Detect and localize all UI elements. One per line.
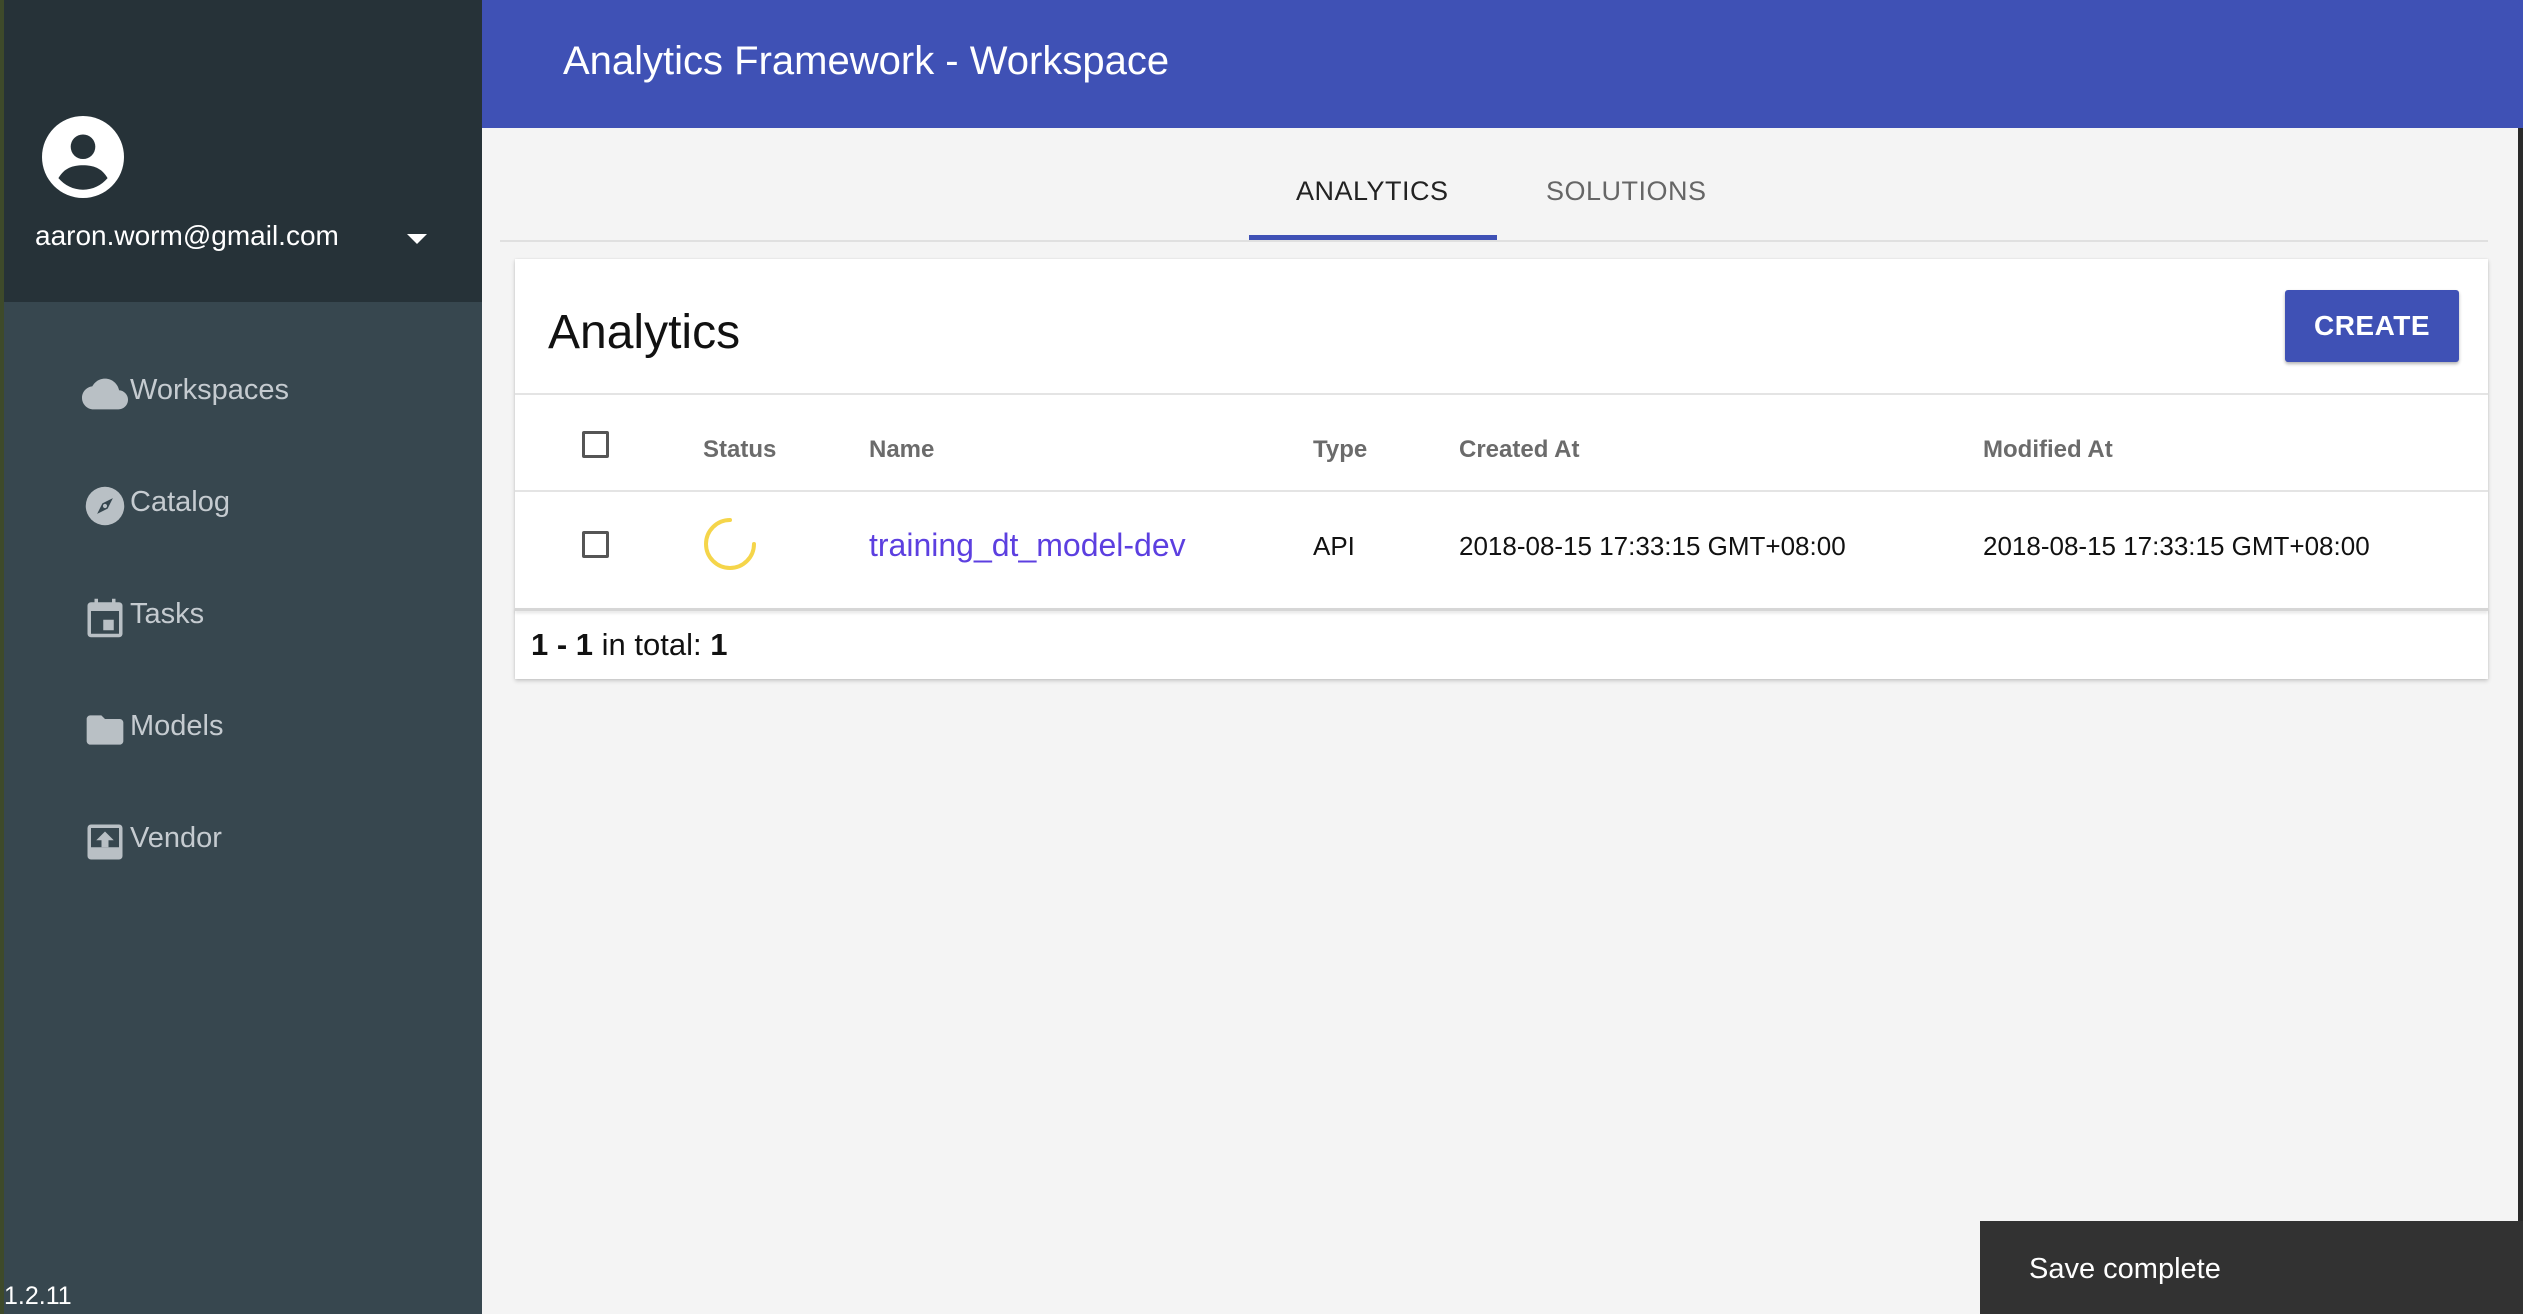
modified-at: 2018-08-15 17:33:15 GMT+08:00 xyxy=(1983,531,2370,561)
divider xyxy=(515,490,2488,492)
column-header-created-at[interactable]: Created At xyxy=(1459,436,1579,464)
analytic-name-link[interactable]: training_dt_model-dev xyxy=(869,527,1186,564)
sidebar: aaron.worm@gmail.com Workspaces Catalog … xyxy=(0,0,482,1314)
column-header-type[interactable]: Type xyxy=(1313,436,1367,464)
sidebar-item-vendor[interactable]: Vendor xyxy=(0,783,482,893)
divider xyxy=(515,393,2488,395)
active-tab-indicator xyxy=(1249,235,1497,240)
version-label: 1.2.11 xyxy=(4,1282,72,1310)
column-header-modified-at[interactable]: Modified At xyxy=(1983,436,2113,464)
sidebar-item-label: Tasks xyxy=(130,598,205,630)
app-title: Analytics Framework - Workspace xyxy=(563,39,1170,83)
sidebar-item-catalog[interactable]: Catalog xyxy=(0,447,482,557)
card-title: Analytics xyxy=(548,306,741,359)
pagination-summary: 1 - 1 in total: 1 xyxy=(531,627,727,663)
select-all-checkbox[interactable] xyxy=(582,431,609,458)
chevron-down-icon[interactable] xyxy=(407,234,427,244)
compass-icon xyxy=(82,483,128,529)
account-header: aaron.worm@gmail.com xyxy=(0,0,482,302)
analytic-type: API xyxy=(1313,531,1355,561)
folder-icon xyxy=(82,707,128,753)
analytics-card: Analytics CREATE Status Name Type Create… xyxy=(515,259,2488,679)
pagination-range: 1 - 1 xyxy=(531,627,594,662)
pagination-label: in total: xyxy=(601,627,702,662)
column-header-name[interactable]: Name xyxy=(869,436,934,464)
account-email: aaron.worm@gmail.com xyxy=(35,220,339,251)
sidebar-item-label: Vendor xyxy=(130,822,222,854)
window-edge-right xyxy=(2518,128,2523,1314)
loading-spinner-icon xyxy=(704,518,756,570)
column-header-status[interactable]: Status xyxy=(703,436,776,464)
window-edge xyxy=(0,0,4,1314)
snackbar-message: Save complete xyxy=(2029,1253,2221,1285)
row-checkbox[interactable] xyxy=(582,531,609,558)
pagination-total: 1 xyxy=(710,627,728,662)
upload-box-icon xyxy=(82,819,128,865)
create-button[interactable]: CREATE xyxy=(2285,290,2459,362)
sidebar-item-label: Models xyxy=(130,710,224,742)
sidebar-item-models[interactable]: Models xyxy=(0,671,482,781)
sidebar-item-label: Workspaces xyxy=(130,374,290,406)
calendar-icon xyxy=(82,595,128,641)
snackbar: Save complete xyxy=(1980,1221,2523,1314)
created-at: 2018-08-15 17:33:15 GMT+08:00 xyxy=(1459,531,1846,561)
tabs-divider xyxy=(500,240,2488,242)
sidebar-item-tasks[interactable]: Tasks xyxy=(0,559,482,669)
sidebar-item-label: Catalog xyxy=(130,486,230,518)
app-bar: Analytics Framework - Workspace xyxy=(482,0,2523,128)
tab-solutions[interactable]: SOLUTIONS xyxy=(1546,176,1707,207)
cloud-icon xyxy=(82,371,128,417)
account-circle-icon[interactable] xyxy=(42,116,124,198)
sidebar-item-workspaces[interactable]: Workspaces xyxy=(0,335,482,445)
divider xyxy=(515,608,2488,611)
tab-analytics[interactable]: ANALYTICS xyxy=(1296,176,1449,207)
